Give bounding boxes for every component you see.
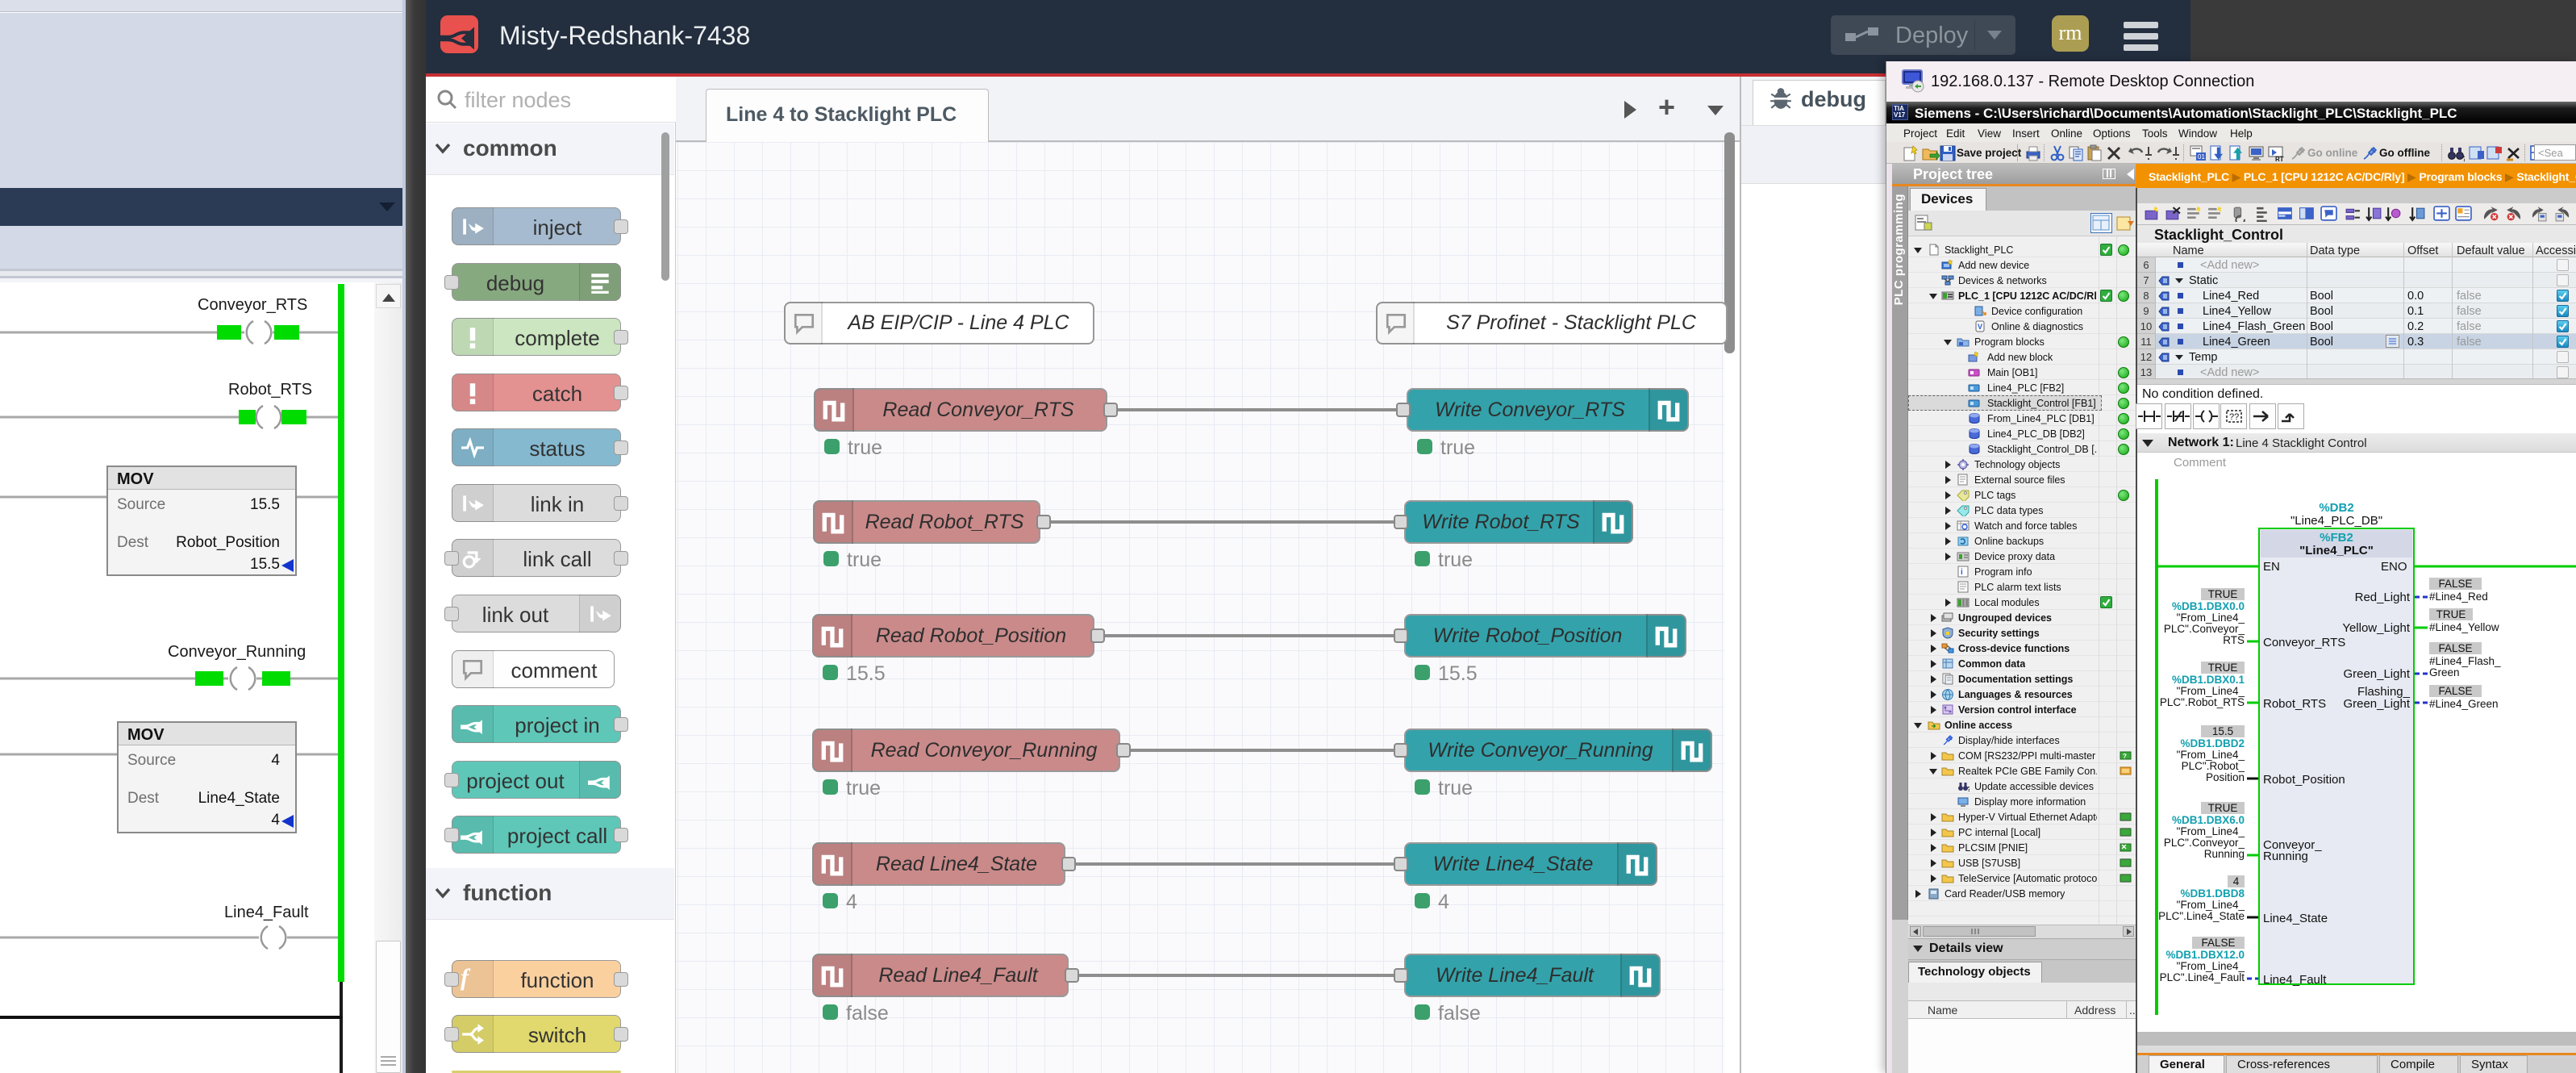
svg-text:?: ?: [2123, 753, 2127, 760]
svg-text:?: ?: [2462, 155, 2465, 162]
svg-text:01: 01: [2198, 153, 2205, 161]
svg-text:V: V: [1978, 323, 1982, 331]
svg-text:??: ??: [2229, 412, 2239, 422]
svg-text:?: ?: [1967, 786, 1970, 792]
svg-text:i: i: [1961, 568, 1963, 577]
svg-text:RT: RT: [2275, 156, 2284, 162]
